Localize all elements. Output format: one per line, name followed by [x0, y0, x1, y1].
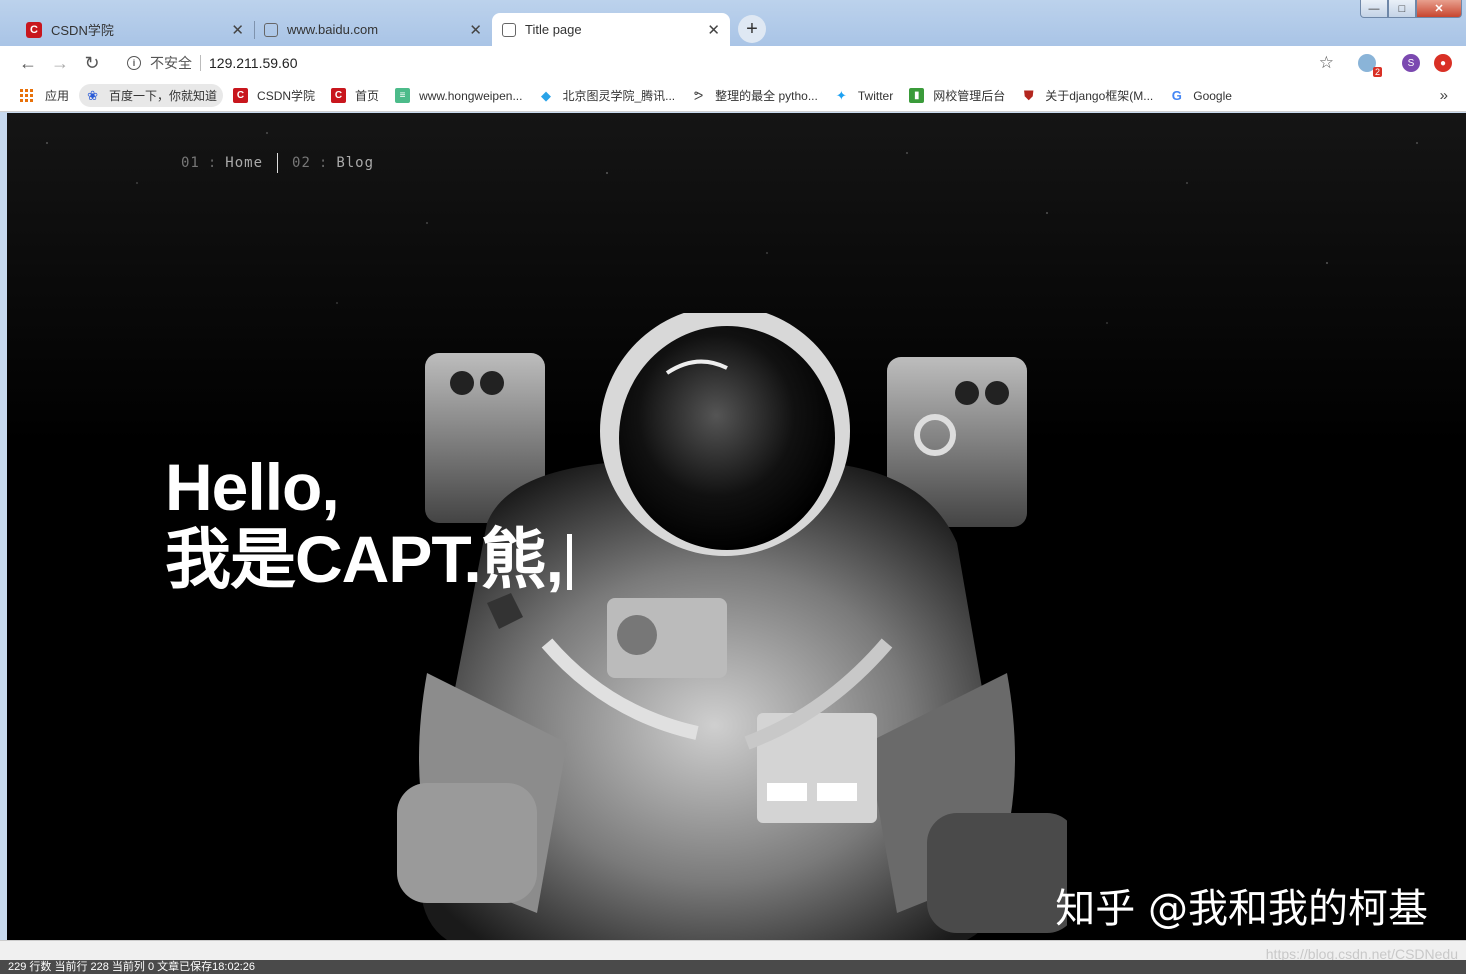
more-bookmarks-icon[interactable]: »	[1440, 87, 1448, 104]
nav-number: 01	[181, 155, 200, 171]
bookmark-csdn-edu[interactable]: C CSDN学院	[233, 87, 315, 104]
bookmark-label: 整理的最全 pytho...	[715, 89, 818, 103]
globe-icon	[264, 22, 278, 37]
bookmark-label: www.hongweipen...	[419, 88, 523, 103]
nav-link-home[interactable]: Home	[225, 155, 263, 171]
google-g-icon: G	[1171, 88, 1182, 103]
bookmark-label: 北京图灵学院_腾讯...	[562, 89, 676, 103]
tab-strip: C CSDN学院 ✕ www.baidu.com ✕ Title page ✕ …	[16, 11, 766, 46]
hero-heading: Hello, 我是CAPT.熊,	[165, 450, 573, 596]
horizontal-scrollbar[interactable]	[0, 940, 1466, 960]
tab-label: Title page	[525, 22, 582, 37]
nav-separator-dot: :	[207, 155, 218, 171]
back-arrow-icon[interactable]: ←	[12, 53, 44, 74]
info-icon[interactable]: i	[127, 56, 141, 70]
extension-red-icon[interactable]: ●	[1434, 54, 1452, 72]
reload-icon[interactable]: ↻	[76, 53, 108, 74]
bookmark-label: 百度一下，你就知道	[109, 89, 218, 103]
astronaut-image	[397, 313, 1067, 940]
globe-icon	[502, 22, 516, 37]
tab-label: www.baidu.com	[287, 22, 379, 37]
bookmark-apps[interactable]: 应用	[20, 87, 69, 104]
maximize-button[interactable]: □	[1388, 0, 1416, 18]
bookmark-doc-icon: ≡	[395, 88, 411, 103]
bookmark-home[interactable]: C 首页	[331, 87, 379, 104]
site-nav: 01 : Home 02 : Blog	[181, 153, 374, 173]
bookmark-twitter[interactable]: ✦ Twitter	[834, 88, 893, 103]
bookmark-label: 首页	[355, 89, 380, 103]
hero-line-2: 我是CAPT.熊,	[165, 522, 564, 596]
editor-status-bar: 229 行数 当前行 228 当前列 0 文章已保存18:02:26	[0, 960, 1466, 974]
bookmark-django[interactable]: ⛊ 关于django框架(M...	[1021, 87, 1153, 104]
tab-label: CSDN学院	[51, 23, 114, 38]
csdn-icon: C	[331, 88, 347, 103]
apps-grid-icon	[20, 89, 33, 102]
bookmark-label: CSDN学院	[257, 89, 316, 103]
csdn-icon: C	[233, 88, 249, 103]
profile-avatar[interactable]: S	[1402, 54, 1420, 72]
bookmark-baidu[interactable]: ❀ 百度一下，你就知道	[79, 84, 224, 107]
nav-divider	[277, 153, 279, 173]
green-doc-icon: ▮	[909, 88, 925, 103]
window-controls: — □ ✕	[1360, 0, 1462, 18]
tab-csdn[interactable]: C CSDN学院 ✕	[16, 13, 254, 46]
bookmark-python[interactable]: ᕗ 整理的最全 pytho...	[691, 87, 818, 104]
bookmark-label: 关于django框架(M...	[1045, 89, 1154, 103]
tab-title-page[interactable]: Title page ✕	[492, 13, 730, 46]
bookmark-label: Twitter	[857, 88, 894, 103]
bookmark-turing[interactable]: ◆ 北京图灵学院_腾讯...	[538, 87, 675, 104]
bookmark-admin[interactable]: ▮ 网校管理后台	[909, 87, 1005, 104]
bookmark-google[interactable]: G Google	[1169, 88, 1232, 103]
hero-line-1: Hello,	[165, 450, 340, 524]
extension-badge: 2	[1372, 67, 1382, 77]
python-icon: ᕗ	[693, 87, 704, 103]
security-label[interactable]: 不安全	[150, 53, 192, 73]
baidu-paw-icon: ❀	[87, 87, 98, 103]
minimize-button[interactable]: —	[1360, 0, 1388, 18]
nav-separator-dot: :	[318, 155, 329, 171]
close-icon[interactable]: ✕	[231, 21, 244, 39]
typing-cursor	[567, 534, 573, 590]
bookmark-label: Google	[1193, 88, 1232, 103]
tencent-edu-icon: ◆	[540, 87, 551, 103]
browser-toolbar: ← → ↻ i 不安全 129.211.59.60 ☆ 2 S ●	[0, 46, 1466, 80]
twitter-bird-icon: ✦	[835, 87, 847, 103]
close-icon[interactable]: ✕	[707, 21, 720, 39]
new-tab-button[interactable]: +	[738, 15, 766, 43]
tab-baidu[interactable]: www.baidu.com ✕	[254, 13, 492, 46]
window-titlebar: C CSDN学院 ✕ www.baidu.com ✕ Title page ✕ …	[0, 0, 1466, 46]
shield-icon: ⛊	[1023, 87, 1034, 103]
nav-link-blog[interactable]: Blog	[336, 155, 374, 171]
zhihu-watermark: 知乎 @我和我的柯基	[1055, 886, 1428, 932]
url-text[interactable]: 129.211.59.60	[209, 55, 298, 71]
address-separator	[200, 55, 201, 71]
csdn-icon: C	[26, 21, 42, 38]
nav-number: 02	[292, 155, 311, 171]
bookmark-label: 应用	[45, 89, 70, 103]
bookmarks-bar: 应用 ❀ 百度一下，你就知道 C CSDN学院 C 首页 ≡ www.hongw…	[0, 80, 1466, 112]
close-icon[interactable]: ✕	[469, 21, 482, 39]
bookmark-label: 网校管理后台	[933, 89, 1006, 103]
address-bar[interactable]: i 不安全 129.211.59.60 ☆	[116, 48, 1348, 78]
close-window-button[interactable]: ✕	[1416, 0, 1462, 18]
bookmark-star-icon[interactable]: ☆	[1319, 53, 1334, 73]
page-viewport: 01 : Home 02 : Blog Hello, 我是CAPT.熊, 知乎 …	[7, 113, 1466, 940]
forward-arrow-icon[interactable]: →	[44, 53, 76, 74]
bookmark-hongweipeng[interactable]: ≡ www.hongweipen...	[395, 88, 522, 103]
translate-extension-icon[interactable]: 2	[1358, 54, 1382, 77]
